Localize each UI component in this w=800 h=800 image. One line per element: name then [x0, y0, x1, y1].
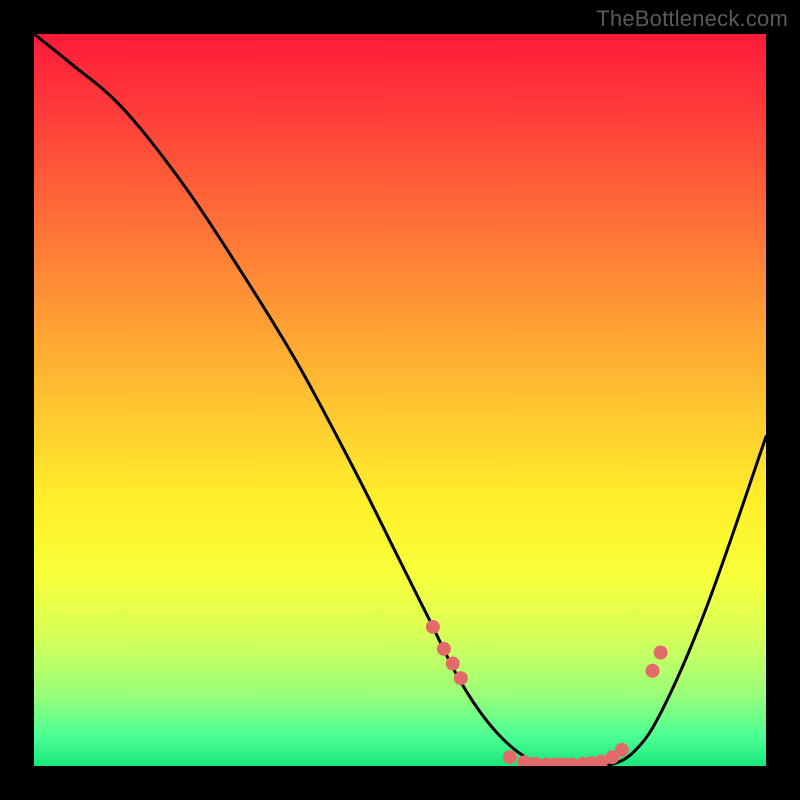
plot-area [34, 34, 766, 766]
watermark-text: TheBottleneck.com [596, 6, 788, 32]
marker-dot [437, 642, 451, 656]
marker-dot [426, 620, 440, 634]
marker-dot [454, 671, 468, 685]
marker-dot [503, 750, 517, 764]
marker-dot [615, 743, 629, 757]
marker-dot [654, 646, 668, 660]
marker-dot [446, 657, 460, 671]
highlight-markers [426, 620, 668, 766]
marker-dot [646, 664, 660, 678]
curve-svg [34, 34, 766, 766]
chart-frame: TheBottleneck.com [0, 0, 800, 800]
